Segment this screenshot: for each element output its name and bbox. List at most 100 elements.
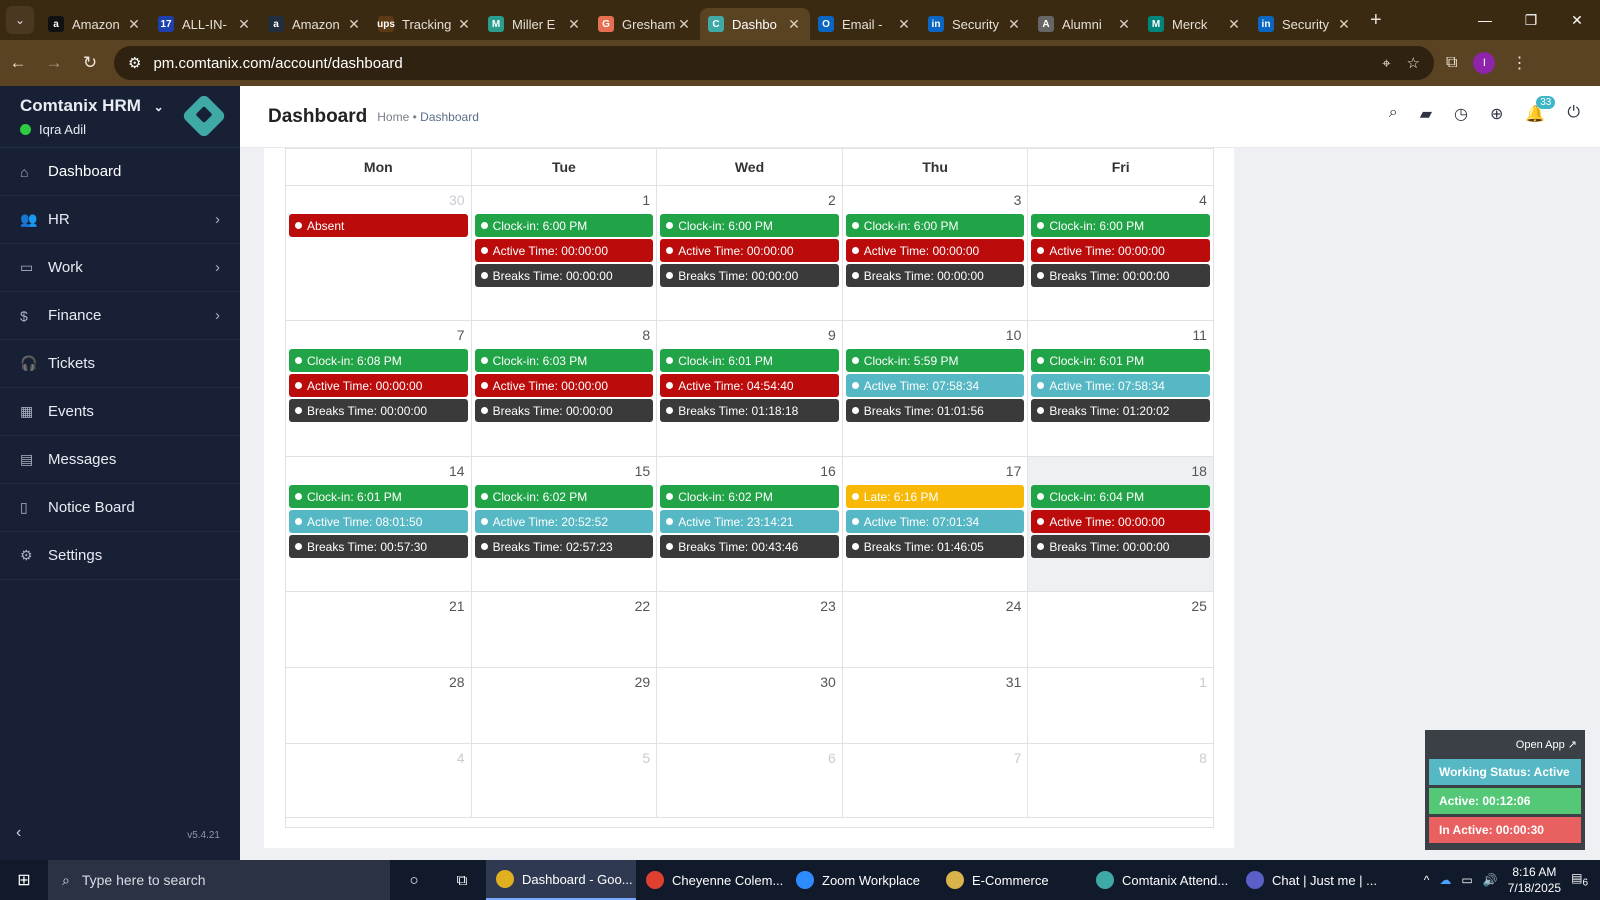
location-icon[interactable]: ⌖ [1382,55,1390,72]
sidebar-item-hr[interactable]: 👥 HR › [0,196,240,244]
chevron-down-icon[interactable]: ⌄ [154,100,164,114]
calendar-day[interactable]: 1 Clock-in: 6:00 PM Active Time: 00:00:00 B… [472,186,658,320]
browser-tab[interactable]: M Miller E ✕ [480,8,590,40]
attendance-event[interactable]: Active Time: 00:00:00 [289,374,468,397]
browser-tab[interactable]: C Dashbo ✕ [700,8,810,40]
attendance-event[interactable]: Active Time: 23:14:21 [660,510,839,533]
close-tab-icon[interactable]: ✕ [1116,16,1132,33]
attendance-event[interactable]: Active Time: 20:52:52 [474,510,654,533]
attendance-event[interactable]: Breaks Time: 01:01:56 [845,399,1025,422]
notification-center-icon[interactable]: ▤6 [1571,871,1588,888]
taskbar-app[interactable]: Dashboard - Goo... [486,860,636,900]
new-tab-button[interactable]: + [1370,9,1382,32]
calendar-day[interactable]: 30 Absent [286,186,472,320]
clock-icon[interactable]: ◷ [1454,104,1468,124]
calendar-day[interactable]: 31 [843,668,1029,743]
attendance-event[interactable]: Breaks Time: 02:57:23 [474,535,654,558]
browser-tab[interactable]: a Amazon ✕ [40,8,150,40]
calendar-day[interactable]: 7 [843,744,1029,817]
extensions-icon[interactable]: ⧉ [1446,54,1457,72]
attendance-event[interactable]: Late: 6:16 PM [845,485,1025,508]
onedrive-icon[interactable]: ☁ [1439,873,1451,887]
calendar-day[interactable]: 11 Clock-in: 6:01 PM Active Time: 07:58:34… [1028,321,1213,456]
breadcrumb-home[interactable]: Home [377,110,409,124]
calendar-day[interactable]: 17 Late: 6:16 PM Active Time: 07:01:34 Brea… [843,457,1029,591]
browser-tab[interactable]: ups Tracking ✕ [370,8,480,40]
attendance-event[interactable]: Breaks Time: 00:00:00 [289,399,468,422]
attendance-event[interactable]: Breaks Time: 00:00:00 [474,264,654,287]
sidebar-item-work[interactable]: ▭ Work › [0,244,240,292]
calendar-day[interactable]: 2 Clock-in: 6:00 PM Active Time: 00:00:00 B… [657,186,843,320]
browser-tab[interactable]: 17 ALL-IN- ✕ [150,8,260,40]
calendar-day[interactable]: 25 [1028,592,1213,667]
attendance-event[interactable]: Active Time: 07:58:34 [1031,374,1210,397]
sidebar-item-notice-board[interactable]: ▯ Notice Board [0,484,240,532]
browser-tab[interactable]: a Amazon ✕ [260,8,370,40]
attendance-event[interactable]: Breaks Time: 00:00:00 [845,264,1025,287]
attendance-event[interactable]: Active Time: 00:00:00 [1031,510,1210,533]
attendance-event[interactable]: Clock-in: 6:08 PM [289,349,468,372]
calendar-day[interactable]: 4 Clock-in: 6:00 PM Active Time: 00:00:00 B… [1028,186,1213,320]
brand-header[interactable]: Comtanix HRM ⌄ Iqra Adil [0,86,240,148]
search-icon[interactable]: ⌕ [1389,104,1398,124]
close-tab-icon[interactable]: ✕ [126,16,142,33]
calendar-day[interactable]: 14 Clock-in: 6:01 PM Active Time: 08:01:50… [286,457,472,591]
sidebar-item-finance[interactable]: $ Finance › [0,292,240,340]
attendance-event[interactable]: Active Time: 07:58:34 [845,374,1025,397]
clock[interactable]: 8:16 AM 7/18/2025 [1508,864,1561,896]
calendar-day[interactable]: 23 [657,592,843,667]
sidebar-item-tickets[interactable]: 🎧 Tickets [0,340,240,388]
attendance-event[interactable]: Active Time: 07:01:34 [845,510,1025,533]
open-app-link[interactable]: Open App ↗ [1429,734,1581,756]
calendar-day[interactable]: 24 [843,592,1029,667]
attendance-event[interactable]: Active Time: 04:54:40 [660,374,839,397]
network-icon[interactable]: ▭ [1461,873,1472,887]
attendance-event[interactable]: Clock-in: 6:01 PM [660,349,839,372]
calendar-day[interactable]: 30 [657,668,843,743]
calendar-day[interactable]: 5 [472,744,658,817]
minimize-icon[interactable]: — [1462,0,1508,40]
browser-menu-icon[interactable]: ⋮ [1511,53,1527,73]
taskbar-app[interactable]: Comtanix Attend... [1086,860,1236,900]
add-circle-icon[interactable]: ⊕ [1490,104,1503,124]
calendar-day[interactable]: 21 [286,592,472,667]
task-view-icon[interactable]: ⧉ [438,872,486,889]
attendance-event[interactable]: Clock-in: 6:01 PM [1031,349,1210,372]
calendar-day[interactable]: 7 Clock-in: 6:08 PM Active Time: 00:00:00 B… [286,321,472,456]
calendar-day[interactable]: 28 [286,668,472,743]
taskbar-app[interactable]: Chat | Just me | ... [1236,860,1386,900]
attendance-event[interactable]: Absent [289,214,468,237]
taskbar-app[interactable]: E-Commerce [936,860,1086,900]
calendar-day[interactable]: 8 [1028,744,1213,817]
bookmark-star-icon[interactable]: ☆ [1407,54,1420,72]
profile-avatar[interactable]: I [1473,52,1496,74]
close-tab-icon[interactable]: ✕ [346,16,362,33]
calendar-day[interactable]: 4 [286,744,472,817]
taskbar-search[interactable]: ⌕ Type here to search [48,860,390,900]
taskbar-app[interactable]: Cheyenne Colem... [636,860,786,900]
close-tab-icon[interactable]: ✕ [236,16,252,33]
collapse-sidebar-icon[interactable]: ‹ [16,824,21,842]
attendance-event[interactable]: Breaks Time: 01:18:18 [660,399,839,422]
attendance-event[interactable]: Active Time: 08:01:50 [289,510,468,533]
volume-icon[interactable]: 🔊 [1483,873,1498,887]
attendance-event[interactable]: Breaks Time: 01:46:05 [845,535,1025,558]
calendar-day[interactable]: 10 Clock-in: 5:59 PM Active Time: 07:58:34… [843,321,1029,456]
calendar-day[interactable]: 8 Clock-in: 6:03 PM Active Time: 00:00:00 B… [472,321,658,456]
browser-tab[interactable]: O Email - ✕ [810,8,920,40]
attendance-event[interactable]: Clock-in: 6:00 PM [845,214,1025,237]
attendance-event[interactable]: Breaks Time: 00:00:00 [660,264,839,287]
attendance-event[interactable]: Active Time: 00:00:00 [474,374,654,397]
attendance-event[interactable]: Breaks Time: 00:43:46 [660,535,839,558]
attendance-event[interactable]: Breaks Time: 00:00:00 [474,399,654,422]
sidebar-item-settings[interactable]: ⚙ Settings [0,532,240,580]
attendance-event[interactable]: Clock-in: 6:04 PM [1031,485,1210,508]
close-window-icon[interactable]: ✕ [1554,0,1600,40]
attendance-event[interactable]: Active Time: 00:00:00 [474,239,654,262]
browser-tab[interactable]: G Gresham ✕ [590,8,700,40]
windows-start-icon[interactable]: ⊞ [0,870,48,890]
browser-tab[interactable]: M Merck ✕ [1140,8,1250,40]
sidebar-item-dashboard[interactable]: ⌂ Dashboard [0,148,240,196]
calendar-day[interactable]: 15 Clock-in: 6:02 PM Active Time: 20:52:52… [472,457,658,591]
browser-tab[interactable]: A Alumni ✕ [1030,8,1140,40]
